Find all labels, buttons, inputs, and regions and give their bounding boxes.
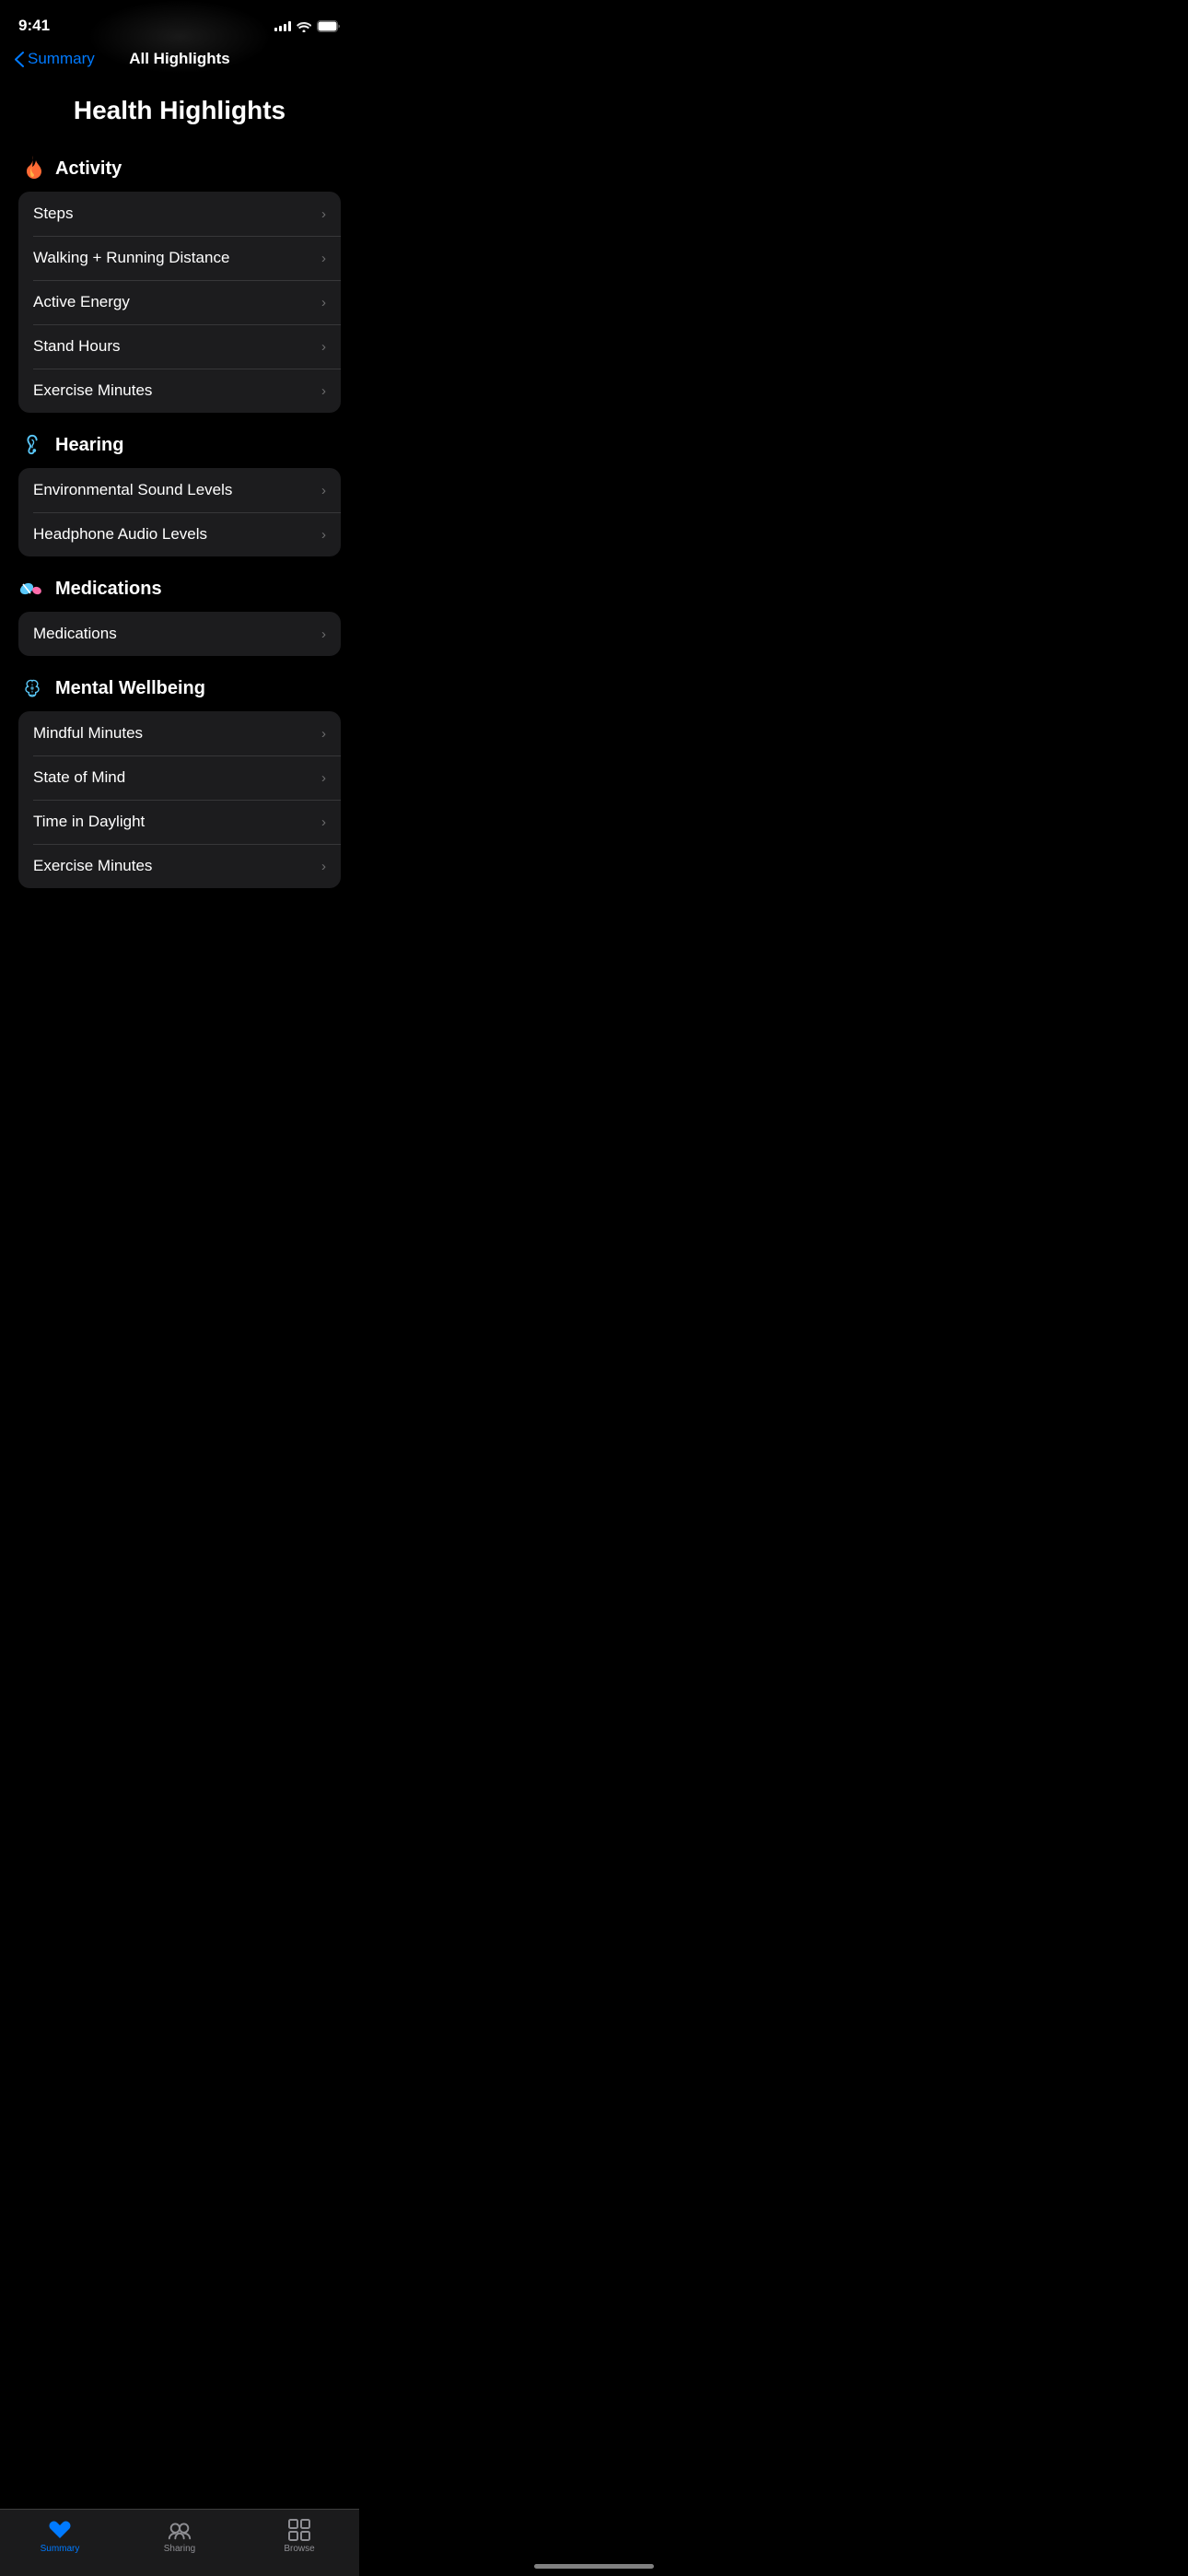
signal-icon: [274, 20, 291, 31]
browse-icon: [286, 2519, 312, 2541]
ear-icon: [18, 431, 46, 459]
tab-summary[interactable]: Summary: [1, 2519, 120, 2554]
chevron-icon: ›: [321, 814, 326, 830]
chevron-icon: ›: [321, 295, 326, 310]
time-in-daylight-item[interactable]: Time in Daylight ›: [18, 800, 341, 844]
env-sound-item[interactable]: Environmental Sound Levels ›: [18, 468, 341, 512]
steps-item[interactable]: Steps ›: [18, 192, 341, 236]
medications-item[interactable]: Medications ›: [18, 612, 341, 656]
tab-browse[interactable]: Browse: [240, 2519, 359, 2554]
medications-icon: [18, 575, 46, 603]
headphone-audio-item[interactable]: Headphone Audio Levels ›: [18, 512, 341, 556]
chevron-icon: ›: [321, 383, 326, 399]
tab-sharing[interactable]: Sharing: [121, 2519, 239, 2554]
status-bar: 9:41: [0, 0, 359, 46]
nav-bar: Summary All Highlights: [0, 46, 359, 77]
heart-icon: [47, 2519, 73, 2541]
activity-section-title: Activity: [55, 158, 122, 180]
hearing-section-title: Hearing: [55, 435, 123, 456]
tab-browse-label: Browse: [284, 2544, 314, 2554]
chevron-icon: ›: [321, 251, 326, 266]
back-label: Summary: [28, 50, 95, 68]
medications-section-title: Medications: [55, 579, 162, 600]
nav-title: All Highlights: [129, 50, 230, 68]
brain-icon: [18, 674, 46, 702]
activity-list: Steps › Walking + Running Distance › Act…: [18, 192, 341, 413]
chevron-icon: ›: [321, 527, 326, 543]
section-header-medications: Medications: [18, 575, 341, 603]
chevron-icon: ›: [321, 859, 326, 874]
section-header-activity: Activity: [18, 155, 341, 182]
tab-bar: Summary Sharing Browse: [0, 2509, 359, 2576]
chevron-icon: ›: [321, 626, 326, 642]
sharing-icon: [167, 2519, 192, 2541]
section-header-mental: Mental Wellbeing: [18, 674, 341, 702]
chevron-icon: ›: [321, 483, 326, 498]
mindful-minutes-item[interactable]: Mindful Minutes ›: [18, 711, 341, 755]
active-energy-item[interactable]: Active Energy ›: [18, 280, 341, 324]
status-time: 9:41: [18, 17, 50, 35]
back-button[interactable]: Summary: [15, 50, 95, 68]
exercise-minutes-mental-item[interactable]: Exercise Minutes ›: [18, 844, 341, 888]
hearing-list: Environmental Sound Levels › Headphone A…: [18, 468, 341, 556]
main-content: Health Highlights Activity Steps › Walki…: [0, 77, 359, 999]
status-icons: [274, 20, 341, 32]
page-title: Health Highlights: [18, 85, 341, 147]
battery-icon: [317, 20, 341, 32]
state-of-mind-item[interactable]: State of Mind ›: [18, 755, 341, 800]
chevron-icon: ›: [321, 206, 326, 222]
flame-icon: [18, 155, 46, 182]
section-header-hearing: Hearing: [18, 431, 341, 459]
stand-hours-item[interactable]: Stand Hours ›: [18, 324, 341, 369]
chevron-icon: ›: [321, 770, 326, 786]
home-indicator: [534, 2564, 654, 2569]
mental-wellbeing-section-title: Mental Wellbeing: [55, 678, 205, 699]
wifi-icon: [297, 20, 311, 31]
chevron-icon: ›: [321, 726, 326, 742]
tab-summary-label: Summary: [41, 2544, 80, 2554]
medications-list: Medications ›: [18, 612, 341, 656]
chevron-icon: ›: [321, 339, 326, 355]
mental-list: Mindful Minutes › State of Mind › Time i…: [18, 711, 341, 888]
exercise-minutes-item[interactable]: Exercise Minutes ›: [18, 369, 341, 413]
tab-sharing-label: Sharing: [164, 2544, 195, 2554]
walking-running-item[interactable]: Walking + Running Distance ›: [18, 236, 341, 280]
